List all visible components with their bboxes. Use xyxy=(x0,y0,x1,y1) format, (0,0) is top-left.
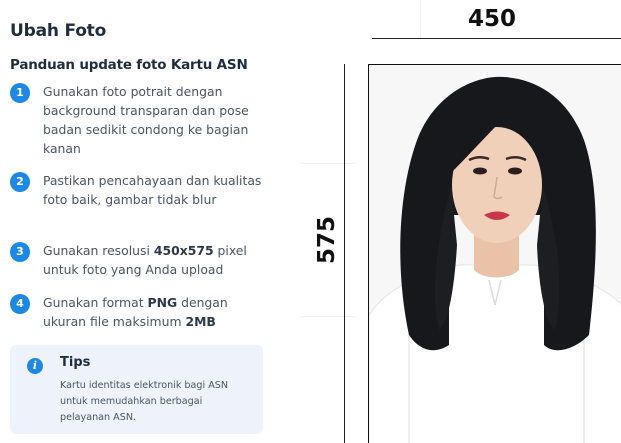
page-title: Ubah Foto xyxy=(10,21,107,41)
portrait-photo xyxy=(369,65,621,443)
step-number-badge: 4 xyxy=(10,294,30,314)
info-icon: i xyxy=(27,358,43,374)
tips-title: Tips xyxy=(60,355,91,370)
photo-width-dimension-line xyxy=(372,38,621,39)
guide-step: 3 Gunakan resolusi 450x575 pixel untuk f… xyxy=(10,241,270,279)
divider xyxy=(300,163,356,164)
photo-height-label: 575 xyxy=(314,216,340,265)
photo-width-label: 450 xyxy=(468,6,517,32)
step-text: Gunakan format PNG dengan ukuran file ma… xyxy=(43,295,228,329)
guide-step: 1 Gunakan foto potrait dengan background… xyxy=(10,82,270,157)
step-number-badge: 3 xyxy=(10,242,30,262)
step-text: Gunakan resolusi 450x575 pixel untuk fot… xyxy=(43,243,247,277)
step-number-badge: 2 xyxy=(10,172,30,192)
divider xyxy=(420,0,421,38)
step-text: Pastikan pencahayaan dan kualitas foto b… xyxy=(43,173,262,207)
photo-preview xyxy=(368,64,621,443)
step-text: Gunakan foto potrait dengan background t… xyxy=(43,84,249,156)
step-number-badge: 1 xyxy=(10,83,30,103)
guide-step: 4 Gunakan format PNG dengan ukuran file … xyxy=(10,293,270,331)
guide-step: 2 Pastikan pencahayaan dan kualitas foto… xyxy=(10,171,270,228)
guide-title: Panduan update foto Kartu ASN xyxy=(10,57,248,73)
photo-height-dimension-line xyxy=(344,64,345,443)
divider xyxy=(300,316,356,317)
tips-body: Kartu identitas elektronik bagi ASN untu… xyxy=(60,380,229,423)
tips-box: i Tips Kartu identitas elektronik bagi A… xyxy=(10,345,263,434)
